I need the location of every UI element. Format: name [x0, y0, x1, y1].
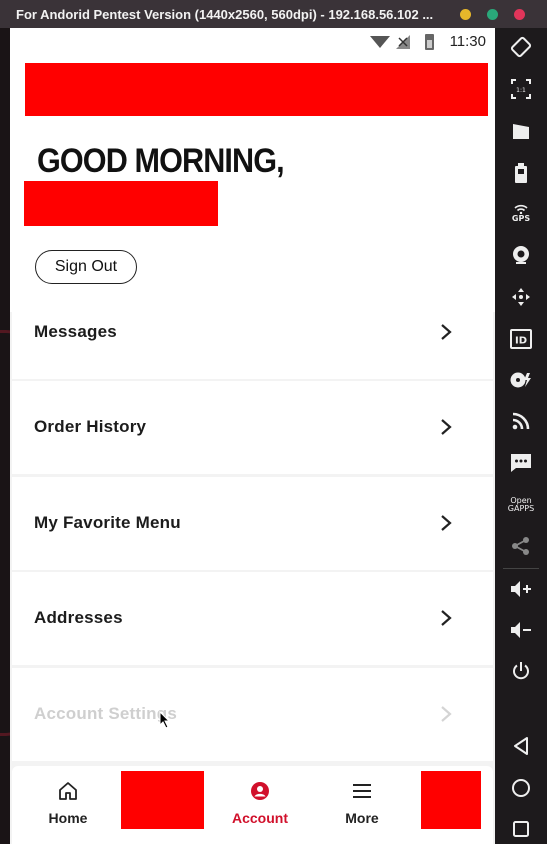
rotate-icon: [510, 36, 532, 58]
home-icon: [59, 782, 77, 800]
menu-item-order-history[interactable]: Order History: [12, 381, 493, 474]
sign-out-button[interactable]: Sign Out: [35, 250, 137, 284]
redacted-banner: [25, 63, 488, 116]
move-icon: [512, 288, 530, 306]
mouse-cursor-icon: [159, 711, 171, 729]
menu-item-favorite-menu[interactable]: My Favorite Menu: [12, 477, 493, 570]
window-title: For Andorid Pentest Version (1440x2560, …: [16, 7, 434, 22]
share-button[interactable]: [506, 533, 536, 559]
webcam-icon: [513, 246, 529, 264]
camera-button[interactable]: [506, 242, 536, 268]
opengapps-button[interactable]: Open GAPPS: [506, 492, 536, 518]
gps-button[interactable]: GPS: [506, 200, 536, 226]
chevron-right-icon: [441, 419, 452, 435]
menu-icon: [353, 784, 371, 798]
toolbar-separator: [503, 568, 539, 569]
redacted-username: [24, 181, 218, 226]
nav-more[interactable]: More: [322, 766, 402, 836]
nav-account-label: Account: [232, 810, 288, 826]
dpad-button[interactable]: [506, 284, 536, 310]
disk-io-button[interactable]: [506, 367, 536, 393]
scale-button[interactable]: 1:1: [506, 76, 536, 102]
menu-item-label: Messages: [34, 322, 117, 341]
volume-down-icon: [511, 622, 531, 638]
nav-more-label: More: [345, 810, 379, 826]
menu-item-label: Order History: [34, 417, 147, 436]
minimize-button[interactable]: [460, 9, 471, 20]
overview-icon: [513, 821, 529, 837]
window-titlebar: For Andorid Pentest Version (1440x2560, …: [0, 0, 547, 28]
menu-item-label: My Favorite Menu: [34, 513, 181, 532]
power-icon: [513, 662, 529, 680]
nav-home-label: Home: [48, 810, 88, 826]
menu-item-account-settings[interactable]: Account Settings: [12, 668, 493, 761]
redacted-nav-item: [421, 771, 481, 829]
chevron-right-icon: [441, 610, 452, 626]
svg-text:1:1: 1:1: [516, 87, 526, 94]
phone-screen: 11:30 GOOD MORNING, Sign Out Messages Or…: [10, 28, 495, 844]
nav-account[interactable]: Account: [220, 766, 300, 836]
menu-item-label: Addresses: [34, 608, 123, 627]
gps-label: GPS: [511, 213, 531, 223]
menu-item-label: Account Settings: [34, 704, 177, 723]
overview-button[interactable]: [506, 816, 536, 842]
battery-button[interactable]: [506, 160, 536, 186]
close-button[interactable]: [514, 9, 525, 20]
chevron-right-icon: [441, 515, 452, 531]
back-button[interactable]: [506, 733, 536, 759]
menu-item-messages[interactable]: Messages: [12, 286, 493, 379]
battery-icon: [515, 163, 527, 183]
menu-item-addresses[interactable]: Addresses: [12, 572, 493, 665]
chevron-right-icon: [441, 706, 452, 722]
rotate-button[interactable]: [506, 34, 536, 60]
nav-home[interactable]: Home: [28, 766, 108, 836]
disk-flash-icon: [510, 372, 531, 388]
volume-up-icon: [511, 581, 531, 597]
chevron-right-icon: [441, 324, 452, 340]
redacted-nav-item: [121, 771, 204, 829]
message-icon: [511, 454, 531, 472]
screenrecord-button[interactable]: [506, 118, 536, 144]
sms-button[interactable]: [506, 450, 536, 476]
signal-icons: [370, 34, 434, 50]
account-header: GOOD MORNING, Sign Out: [10, 56, 495, 312]
network-button[interactable]: [506, 408, 536, 434]
clapperboard-icon: [513, 124, 529, 139]
power-button[interactable]: [506, 658, 536, 684]
gps-icon: [514, 204, 528, 214]
id-card-icon: ID: [510, 329, 532, 349]
emulator-toolbar: 1:1 GPS ID Open GAPPS: [495, 28, 547, 844]
status-time: 11:30: [449, 33, 486, 50]
bottom-navigation: Home Account More: [12, 766, 493, 844]
opengapps-label: Open GAPPS: [507, 496, 535, 513]
greeting-heading: GOOD MORNING,: [37, 142, 285, 180]
volume-up-button[interactable]: [506, 576, 536, 602]
account-icon: [251, 782, 269, 800]
maximize-button[interactable]: [487, 9, 498, 20]
device-id-button[interactable]: ID: [506, 326, 536, 352]
share-icon: [512, 537, 529, 555]
back-icon: [514, 737, 528, 755]
scale-icon: 1:1: [511, 79, 531, 99]
svg-text:ID: ID: [515, 336, 527, 347]
home-button[interactable]: [506, 775, 536, 801]
status-bar: 11:30: [10, 28, 495, 56]
rss-icon: [512, 412, 530, 430]
home-circle-icon: [512, 779, 530, 797]
volume-down-button[interactable]: [506, 617, 536, 643]
